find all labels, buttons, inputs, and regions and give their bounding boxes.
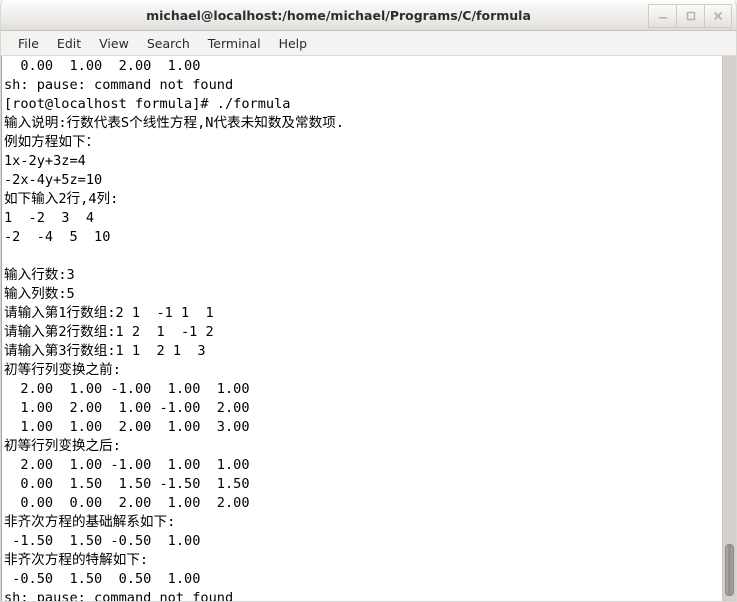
maximize-button[interactable] (676, 4, 704, 28)
window-controls (648, 4, 732, 28)
terminal-line: [root@localhost formula]# ./formula (4, 96, 291, 112)
terminal-line: -1.50 1.50 -0.50 1.00 (4, 533, 201, 549)
minimize-button[interactable] (648, 4, 676, 28)
terminal-line: 如下输入2行,4列: (4, 191, 119, 207)
scrollbar-thumb[interactable] (725, 544, 734, 596)
terminal-line: 0.00 0.00 2.00 1.00 2.00 (4, 495, 250, 511)
terminal-line: 输入列数:5 (4, 286, 75, 302)
terminal-lines: 0.00 1.00 2.00 1.00 sh: pause: command no… (3, 57, 722, 601)
terminal-line: 0.00 1.00 2.00 1.00 (4, 58, 201, 74)
window-title: michael@localhost:/home/michael/Programs… (146, 8, 531, 23)
menu-item-file[interactable]: File (9, 34, 48, 53)
terminal-line: 初等行列变换之前: (4, 362, 121, 378)
scrollbar-trough[interactable] (724, 56, 735, 601)
menu-item-help[interactable]: Help (270, 34, 317, 53)
title-bar[interactable]: michael@localhost:/home/michael/Programs… (0, 0, 737, 31)
maximize-icon (686, 11, 695, 21)
terminal-line: 1x-2y+3z=4 (4, 153, 86, 169)
terminal-line: sh: pause: command not found (4, 77, 234, 93)
terminal-window: michael@localhost:/home/michael/Programs… (0, 0, 737, 602)
terminal-line: 请输入第2行数组:1 2 1 -1 2 (4, 324, 214, 340)
menu-bar: File Edit View Search Terminal Help (0, 31, 737, 56)
terminal-line: 非齐次方程的基础解系如下: (4, 514, 176, 530)
menu-item-edit[interactable]: Edit (48, 34, 90, 53)
terminal-line: 非齐次方程的特解如下: (4, 552, 149, 568)
terminal-line: 输入行数:3 (4, 267, 75, 283)
terminal-line: -2x-4y+5z=10 (4, 172, 103, 188)
close-button[interactable] (704, 4, 732, 28)
terminal-line: 2.00 1.00 -1.00 1.00 1.00 (4, 381, 250, 397)
terminal-line: 初等行列变换之后: (4, 438, 121, 454)
terminal-line: -0.50 1.50 0.50 1.00 (4, 571, 201, 587)
minimize-icon (658, 17, 667, 19)
terminal-line: 2.00 1.00 -1.00 1.00 1.00 (4, 457, 250, 473)
terminal-line: -2 -4 5 10 (4, 229, 111, 245)
terminal-output-area[interactable]: 0.00 1.00 2.00 1.00 sh: pause: command no… (1, 56, 722, 601)
menu-item-view[interactable]: View (90, 34, 138, 53)
terminal-line: 1.00 1.00 2.00 1.00 3.00 (4, 419, 250, 435)
terminal-line: 输入说明:行数代表S个线性方程,N代表未知数及常数项. (4, 115, 344, 131)
terminal-line: sh: pause: command not found (4, 590, 234, 601)
terminal-body: 0.00 1.00 2.00 1.00 sh: pause: command no… (0, 56, 737, 602)
terminal-line: 请输入第1行数组:2 1 -1 1 1 (4, 305, 214, 321)
menu-item-terminal[interactable]: Terminal (199, 34, 270, 53)
terminal-line: 请输入第3行数组:1 1 2 1 3 (4, 343, 206, 359)
terminal-line: 1.00 2.00 1.00 -1.00 2.00 (4, 400, 250, 416)
menu-item-search[interactable]: Search (138, 34, 199, 53)
close-icon (713, 11, 723, 21)
terminal-line: 1 -2 3 4 (4, 210, 95, 226)
terminal-line: 0.00 1.50 1.50 -1.50 1.50 (4, 476, 250, 492)
vertical-scrollbar[interactable] (722, 56, 736, 601)
terminal-line: 例如方程如下： (4, 134, 100, 150)
